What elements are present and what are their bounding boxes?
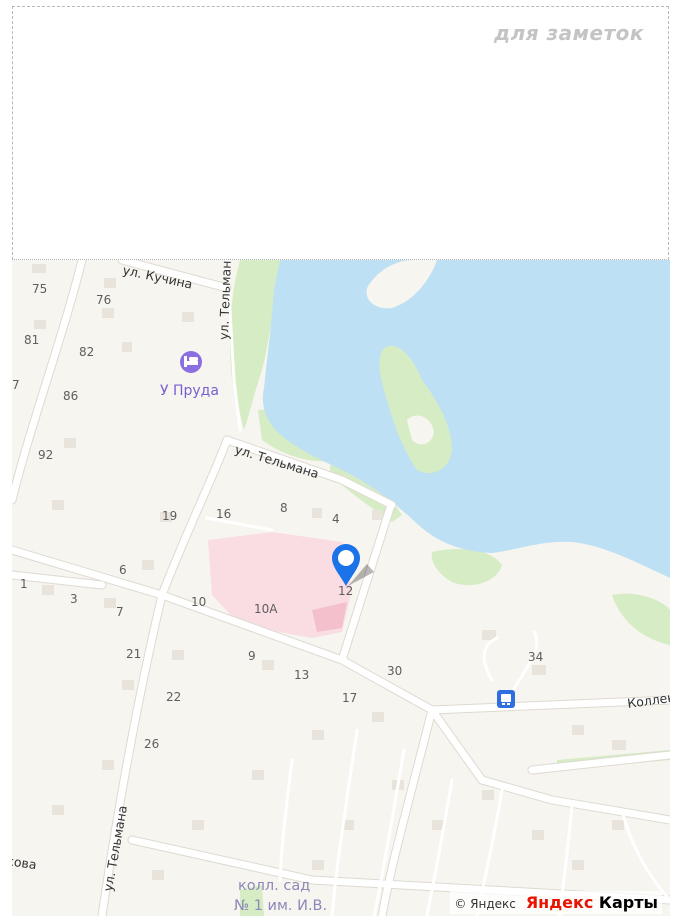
house-number: 21 [126,647,141,661]
yandex-maps-logo[interactable]: Яндекс Карты [526,893,658,912]
street-label-kova: кова [12,853,38,872]
house-number: 3 [70,592,78,606]
house-number: 26 [144,737,159,751]
house-number: 7 [116,605,124,619]
house-number: 10 [191,595,206,609]
house-number: 34 [528,650,543,664]
poi-label-hotel[interactable]: У Пруда [160,383,219,399]
house-number: 17 [342,691,357,705]
house-number: 30 [387,664,402,678]
brand-first-word: Яндекс [525,893,594,912]
notes-label: для заметок [493,21,644,45]
garden-label-line1: колл. сад [238,878,310,894]
house-number: 81 [24,333,39,347]
house-number: 9 [248,649,256,663]
street-label-telmana-top: ул. Тельмана [216,260,234,340]
map-view[interactable]: ул. Кучина ул. Тельмана ул. Тельмана ул.… [12,260,670,916]
copyright-text[interactable]: © Яндекс [454,897,516,911]
house-number: 8 [280,501,288,515]
house-number: 75 [32,282,47,296]
house-number: 22 [166,690,181,704]
house-number: 92 [38,448,53,462]
house-number: 7 [12,378,20,392]
house-number: 4 [332,512,340,526]
brand-second-word: Карты [593,893,658,912]
house-number: 76 [96,293,111,307]
house-number: 10А [254,602,278,616]
bed-icon[interactable] [180,351,202,373]
house-number: 82 [79,345,94,359]
house-number: 6 [119,563,127,577]
map-canvas[interactable]: ул. Кучина ул. Тельмана ул. Тельмана ул.… [12,260,670,916]
house-number: 19 [162,509,177,523]
house-number: 12 [338,584,353,598]
house-number: 16 [216,507,231,521]
house-number: 1 [20,577,28,591]
map-attribution: © Яндекс Яндекс Карты [450,891,662,914]
garden-label-line2: № 1 им. И.В. [234,898,327,914]
house-number: 13 [294,668,309,682]
house-number: 86 [63,389,78,403]
bus-stop-icon[interactable] [497,690,515,708]
notes-area[interactable]: для заметок [12,6,669,260]
